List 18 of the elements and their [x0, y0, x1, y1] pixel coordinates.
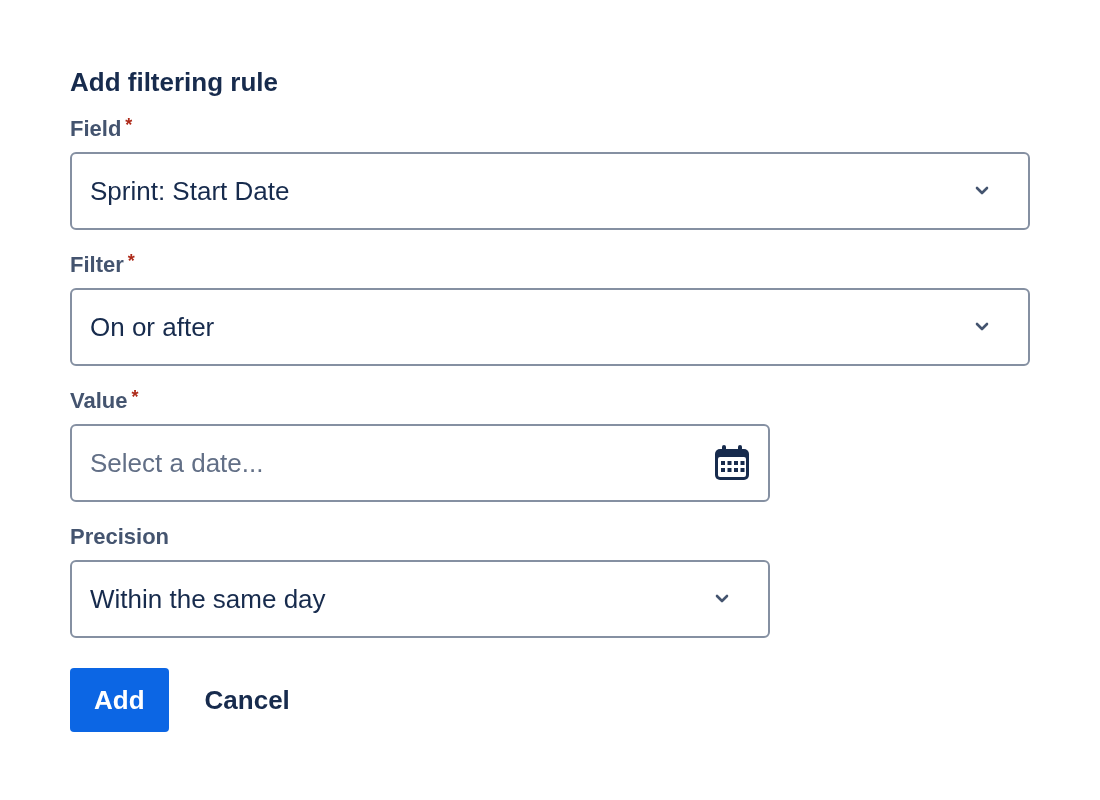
chevron-down-icon: [974, 322, 990, 332]
field-label: Field: [70, 115, 122, 143]
chevron-down-icon: [714, 594, 730, 604]
select-field[interactable]: On or after: [70, 288, 1030, 366]
add-button[interactable]: Add: [70, 668, 169, 732]
required-mark: *: [131, 386, 139, 408]
date-field[interactable]: Select a date...: [70, 424, 770, 502]
field-label: Filter: [70, 251, 124, 279]
chevron-down-icon: [974, 186, 990, 196]
required-mark: *: [127, 250, 135, 272]
cancel-button[interactable]: Cancel: [180, 668, 314, 732]
field-label: Value: [70, 387, 128, 415]
required-mark: *: [125, 114, 133, 136]
calendar-icon: [714, 445, 750, 481]
field-label: Precision: [70, 523, 170, 551]
form-title: Add filtering rule: [70, 66, 279, 99]
select-field[interactable]: Within the same day: [70, 560, 770, 638]
select-field[interactable]: Sprint: Start Date: [70, 152, 1030, 230]
